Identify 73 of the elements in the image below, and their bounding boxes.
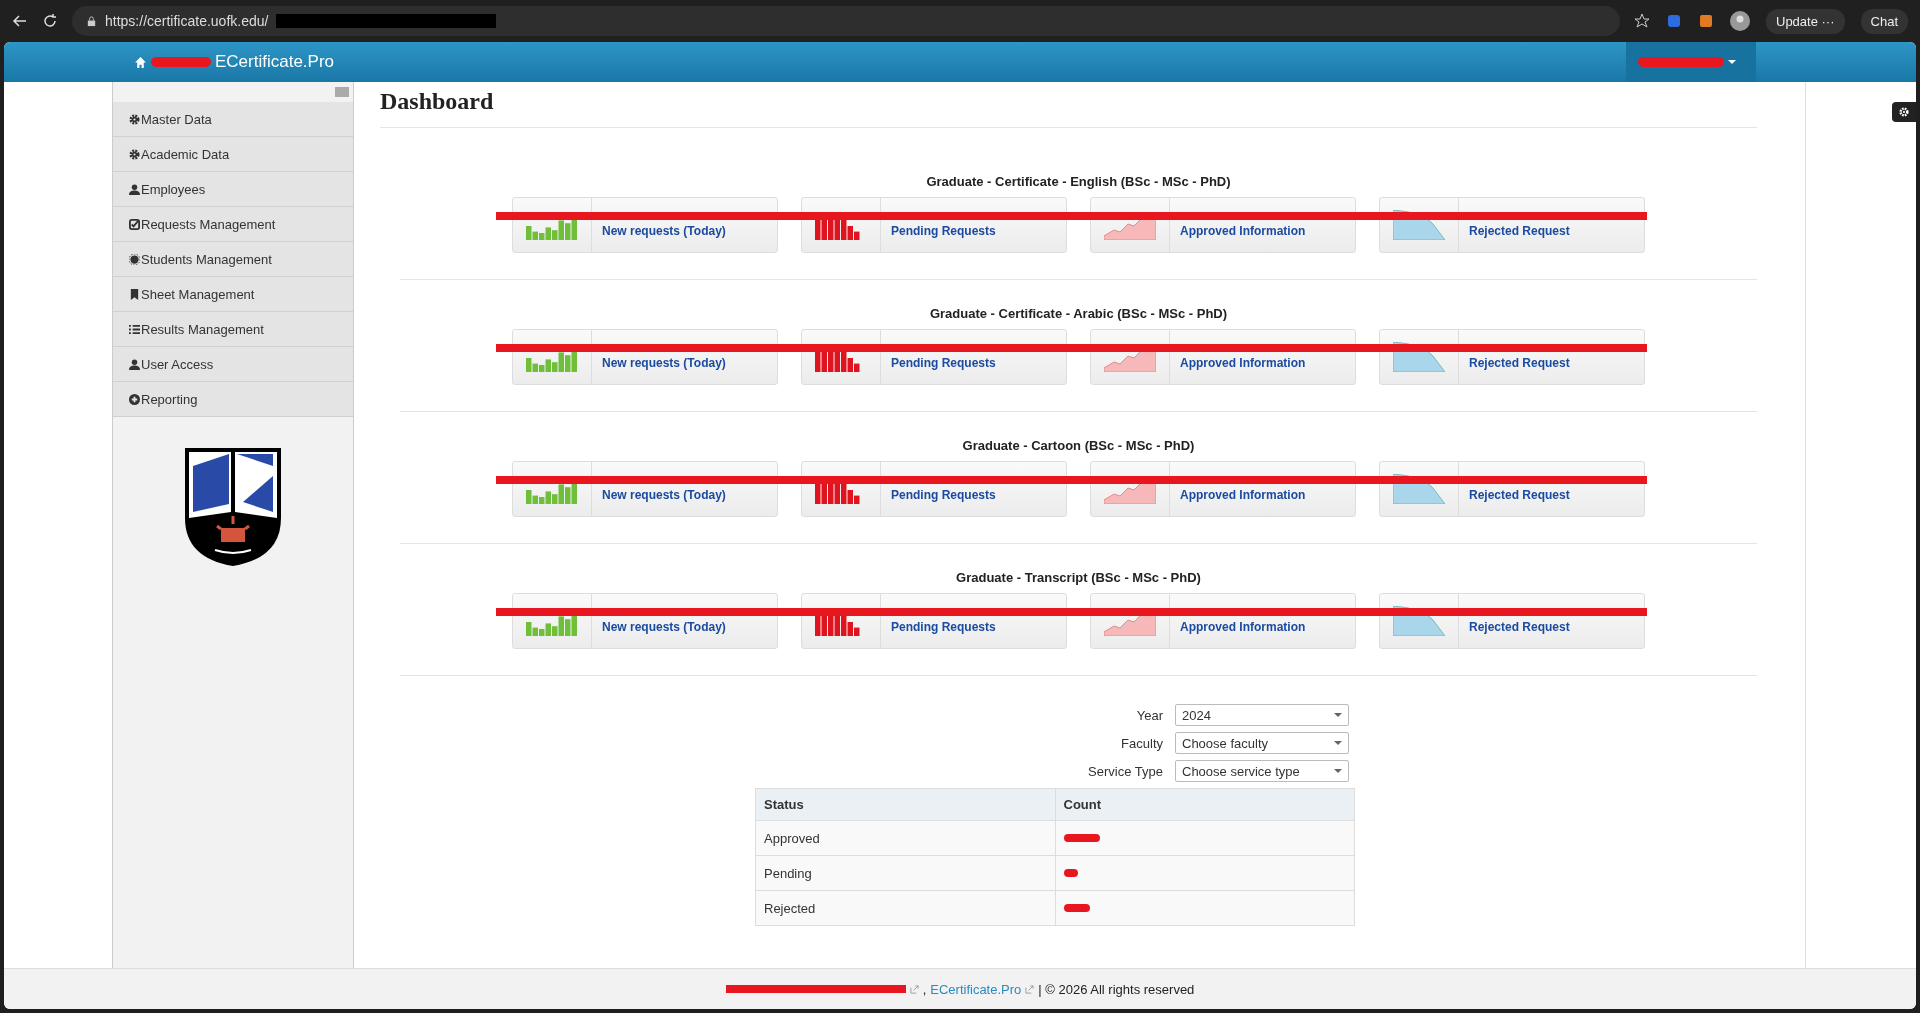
sidebar-item[interactable]: Sheet Management	[113, 277, 353, 312]
gear-icon	[129, 148, 140, 160]
dropdown[interactable]: Choose faculty	[1175, 732, 1349, 754]
plus-icon	[129, 393, 140, 405]
card-label: Pending Requests	[891, 356, 996, 370]
column-header: Count	[1055, 788, 1355, 821]
extension-icon[interactable]	[1698, 13, 1714, 29]
card-label: Pending Requests	[891, 488, 996, 502]
dropdown[interactable]: Choose service type	[1175, 760, 1349, 782]
reload-icon[interactable]	[42, 13, 58, 29]
chat-button[interactable]: Chat	[1860, 8, 1908, 34]
section-title: Graduate - Cartoon (BSc - MSc - PhD)	[961, 438, 1196, 453]
card-label: New requests (Today)	[602, 488, 726, 502]
address-bar[interactable]: https://certificate.uofk.edu/	[72, 6, 1620, 36]
card-label: Rejected Request	[1469, 620, 1570, 634]
table-cell: Approved	[755, 820, 1055, 856]
gear-icon	[129, 113, 140, 125]
sidebar-item[interactable]: Academic Data	[113, 137, 353, 172]
copyright-text: | © 2026 All rights reserved	[1038, 981, 1195, 997]
star-icon[interactable]	[1634, 13, 1650, 29]
sidebar-item[interactable]: Results Management	[113, 312, 353, 347]
separator-text: ,	[922, 981, 927, 997]
sidebar-item[interactable]: Requests Management	[113, 207, 353, 242]
card-label: Approved Information	[1180, 224, 1306, 238]
dropdown[interactable]: 2024	[1175, 704, 1349, 726]
card-label: New requests (Today)	[602, 224, 726, 238]
card-label: Approved Information	[1180, 488, 1306, 502]
card-label: Pending Requests	[891, 224, 996, 238]
section-title: Graduate - Certificate - English (BSc - MSc - PhD)	[925, 174, 1232, 189]
user-icon	[129, 183, 140, 195]
extension-icon[interactable]	[1666, 13, 1682, 29]
card-label: New requests (Today)	[602, 356, 726, 370]
sidebar-item[interactable]: Reporting	[113, 382, 353, 417]
table-cell: Pending	[755, 855, 1055, 891]
badge-icon	[129, 253, 140, 265]
external-link-icon	[1025, 984, 1035, 994]
user-icon	[129, 358, 140, 370]
gear-icon	[1899, 107, 1909, 117]
redaction-mark	[151, 57, 211, 67]
avatar-icon[interactable]	[1730, 11, 1750, 31]
card-label: Pending Requests	[891, 620, 996, 634]
lock-icon	[86, 15, 97, 27]
card-label: Rejected Request	[1469, 356, 1570, 370]
card-label: Approved Information	[1180, 620, 1306, 634]
back-icon[interactable]	[12, 13, 28, 29]
section-title: Graduate - Certificate - Arabic (BSc - MSc - PhD)	[928, 306, 1229, 321]
home-icon[interactable]	[134, 55, 147, 69]
page-title: Dashboard	[380, 88, 1757, 128]
url-text: https://certificate.uofk.edu/	[105, 13, 269, 29]
table-cell: Rejected	[755, 890, 1055, 926]
sidebar-item[interactable]: Students Management	[113, 242, 353, 277]
card-label: Approved Information	[1180, 356, 1306, 370]
sidebar-item[interactable]: Employees	[113, 172, 353, 207]
section-title: Graduate - Transcript (BSc - MSc - PhD)	[955, 570, 1202, 585]
redaction-mark	[1063, 869, 1078, 877]
filter-label: Service Type	[1088, 763, 1163, 779]
card-label: Rejected Request	[1469, 224, 1570, 238]
card-label: Rejected Request	[1469, 488, 1570, 502]
redaction-mark	[1063, 904, 1090, 912]
redaction-mark	[1063, 834, 1100, 842]
external-link-icon	[909, 984, 919, 994]
filter-label: Faculty	[1121, 735, 1163, 751]
brand-link[interactable]: ECertificate.Pro	[215, 52, 335, 72]
list-icon	[129, 323, 140, 335]
card-label: New requests (Today)	[602, 620, 726, 634]
update-button[interactable]: Update ···	[1766, 8, 1845, 34]
bookmark-icon	[129, 288, 140, 300]
sidebar-item[interactable]: User Access	[113, 347, 353, 382]
checkbox-icon	[129, 218, 140, 230]
column-header: Status	[755, 788, 1055, 821]
sidebar-item[interactable]: Master Data	[113, 102, 353, 137]
settings-button[interactable]	[1892, 102, 1916, 122]
filter-label: Year	[1136, 707, 1163, 723]
